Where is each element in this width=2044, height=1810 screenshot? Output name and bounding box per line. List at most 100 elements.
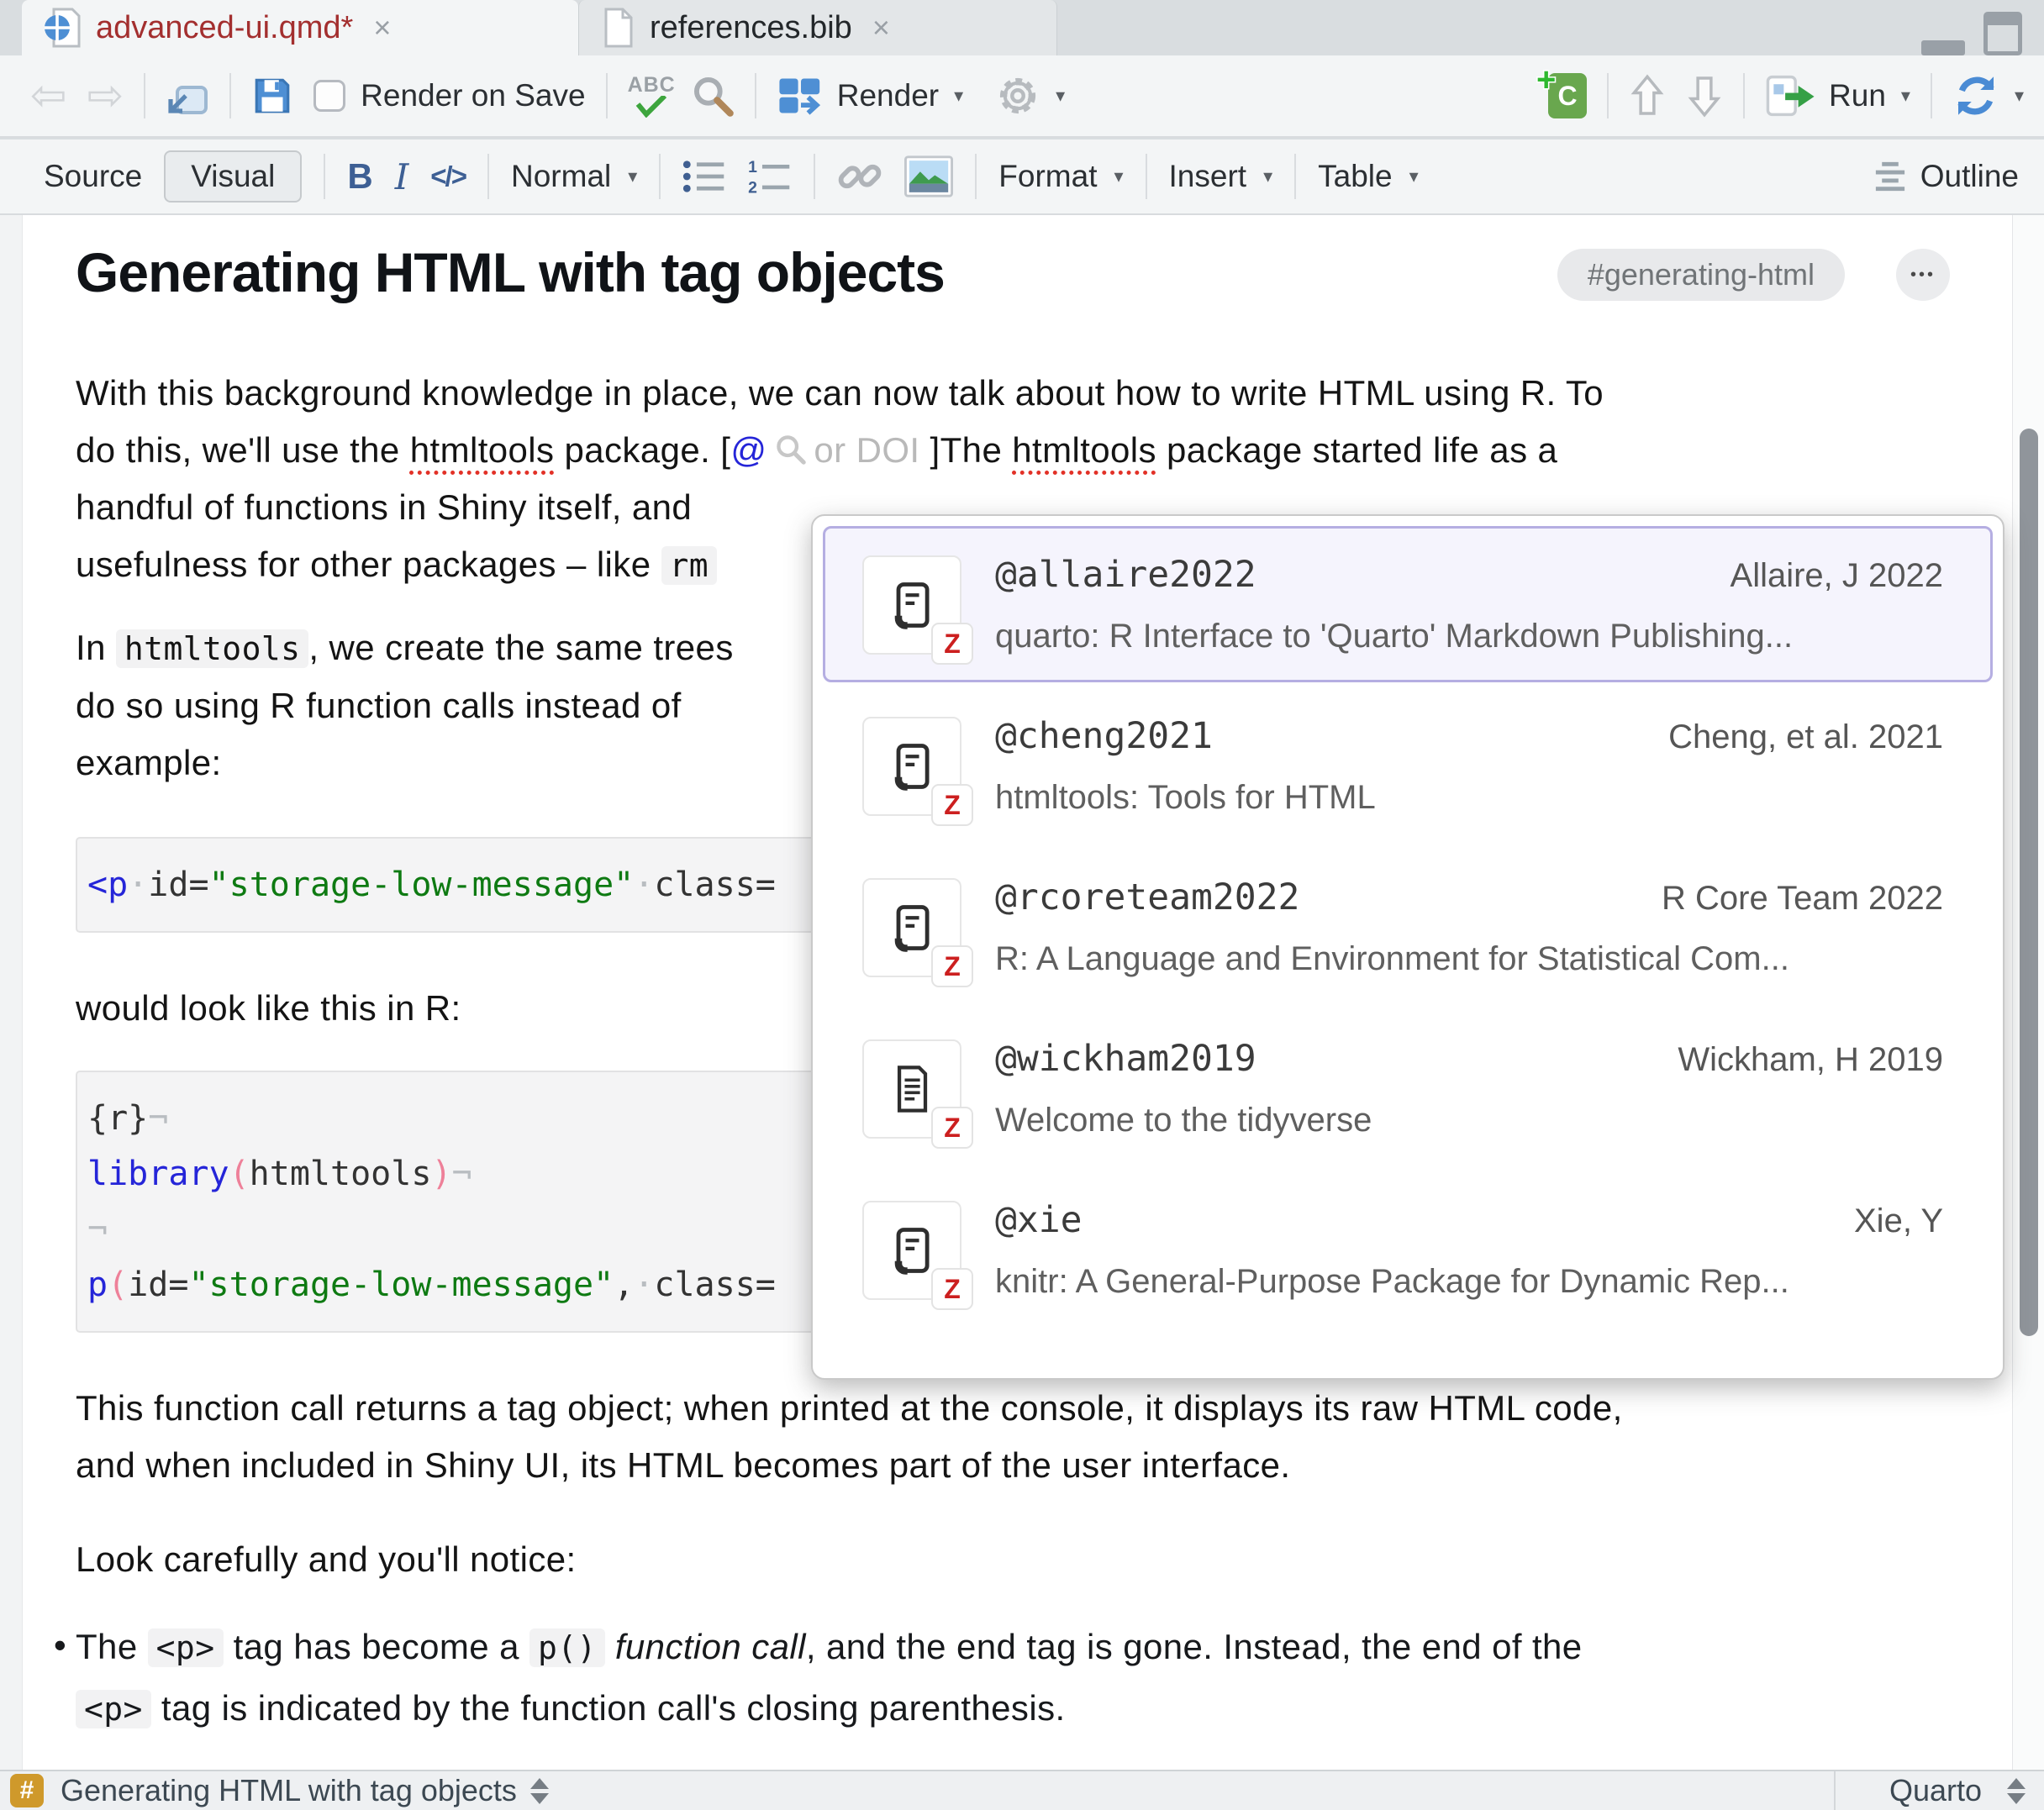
return-marker: ¬ — [87, 1210, 108, 1249]
citation-key: @wickham2019 — [995, 1038, 1256, 1080]
text-run: With this background knowledge in place,… — [76, 373, 1604, 413]
section-more-button[interactable]: ••• — [1896, 249, 1950, 301]
search-icon[interactable] — [691, 74, 735, 118]
inline-code: <p> — [76, 1690, 151, 1728]
render-dropdown-caret-icon[interactable]: ▾ — [954, 85, 963, 107]
image-icon[interactable] — [904, 155, 953, 197]
paragraph-3: This function call returns a tag object;… — [76, 1380, 1935, 1494]
render-button[interactable]: Render — [777, 76, 939, 116]
source-mode-button[interactable]: Source — [44, 159, 142, 194]
code-token: = — [756, 866, 776, 904]
code-function: p — [87, 1265, 108, 1304]
section-navigator[interactable]: Generating HTML with tag objects — [61, 1773, 517, 1808]
inline-code: rm — [661, 546, 718, 585]
link-icon[interactable] — [837, 154, 882, 199]
main-toolbar: ⇦ ⇨ Render on Save ABC Render ▾ ▾ C+ — [0, 55, 2044, 138]
text-run: The — [76, 1627, 148, 1666]
divider — [975, 154, 977, 199]
italic-icon[interactable]: I — [395, 156, 409, 197]
run-button[interactable]: Run — [1765, 74, 1886, 118]
format-toolbar: Source Visual B I </> Normal ▾ 12 Format… — [0, 139, 2044, 215]
inline-code: p() — [529, 1628, 605, 1667]
text-run: do so using R function calls instead of — [76, 686, 682, 725]
maximize-pane-icon[interactable] — [1983, 12, 2022, 55]
visual-editor-canvas[interactable]: #generating-html ••• Generating HTML wit… — [0, 215, 2044, 1770]
insert-chunk-icon[interactable]: C+ — [1548, 73, 1587, 118]
go-to-previous-chunk-icon[interactable] — [1629, 72, 1666, 119]
go-to-next-chunk-icon[interactable] — [1686, 72, 1723, 119]
rerun-icon[interactable] — [1952, 72, 1999, 119]
citation-entry[interactable]: Z @allaire2022 Allaire, J 2022 quarto: R… — [823, 526, 1993, 682]
quarto-file-icon — [44, 8, 81, 48]
text-run: and when included in Shiny UI, its HTML … — [76, 1445, 1291, 1485]
forward-icon[interactable]: ⇨ — [87, 74, 124, 118]
emphasized-text: function call — [615, 1627, 806, 1666]
citation-entry[interactable]: Z @xie Xie, Y knitr: A General-Purpose P… — [823, 1171, 1993, 1328]
document-format-selector[interactable]: Quarto — [1834, 1771, 2034, 1810]
spellcheck-icon[interactable]: ABC — [628, 75, 676, 118]
citation-key: @allaire2022 — [995, 554, 1256, 596]
style-dropdown-caret-icon[interactable]: ▾ — [628, 166, 637, 187]
scrollbar-thumb[interactable] — [2020, 429, 2038, 1336]
text-run: This function call returns a tag object;… — [76, 1388, 1623, 1428]
svg-text:1: 1 — [748, 158, 757, 176]
table-dropdown-caret-icon[interactable]: ▾ — [1409, 166, 1419, 187]
citation-search-icon — [775, 434, 807, 466]
citation-entry[interactable]: Z @rcoreteam2022 R Core Team 2022 R: A L… — [823, 849, 1993, 1005]
code-token: = — [168, 1265, 188, 1304]
settings-dropdown-caret-icon[interactable]: ▾ — [1056, 85, 1065, 107]
section-selector-arrows-icon[interactable] — [530, 1778, 549, 1804]
editor-tab-bar: advanced-ui.qmd* × references.bib × — [0, 0, 2044, 55]
text-run: handful of functions in Shiny itself, an… — [76, 487, 692, 527]
format-selector-arrows-icon — [2007, 1778, 2026, 1804]
zotero-badge: Z — [931, 1107, 973, 1149]
close-icon[interactable]: × — [373, 10, 391, 45]
insert-menu[interactable]: Insert — [1169, 159, 1247, 194]
rerun-dropdown-caret-icon[interactable]: ▾ — [2015, 85, 2024, 107]
text-run: In — [76, 628, 116, 667]
back-icon[interactable]: ⇦ — [30, 74, 67, 118]
bulleted-list-icon[interactable] — [682, 158, 726, 195]
citation-title: Welcome to the tidyverse — [995, 1102, 1943, 1139]
text-run: tag has become a — [224, 1627, 529, 1666]
code-token: = — [756, 1265, 776, 1304]
citation-entry[interactable]: Z @cheng2021 Cheng, et al. 2021 htmltool… — [823, 687, 1993, 844]
table-menu[interactable]: Table — [1318, 159, 1392, 194]
citation-title: knitr: A General-Purpose Package for Dyn… — [995, 1263, 1943, 1301]
render-on-save-checkbox[interactable] — [313, 80, 345, 112]
book-icon: Z — [862, 555, 961, 655]
divider — [1146, 154, 1147, 199]
citation-title: quarto: R Interface to 'Quarto' Markdown… — [995, 618, 1943, 655]
insert-dropdown-caret-icon[interactable]: ▾ — [1263, 166, 1272, 187]
divider — [144, 73, 145, 118]
paragraph-style-select[interactable]: Normal — [511, 159, 611, 194]
vertical-scrollbar[interactable] — [2012, 215, 2044, 1770]
visual-mode-button[interactable]: Visual — [164, 150, 302, 203]
numbered-list-icon[interactable]: 12 — [748, 158, 792, 195]
code-token: class — [654, 1265, 755, 1304]
open-in-new-window-icon[interactable] — [166, 76, 209, 116]
editor-status-bar: # Generating HTML with tag objects Quart… — [0, 1770, 2044, 1810]
citation-author-year: Wickham, H 2019 — [1678, 1041, 1943, 1079]
close-icon[interactable]: × — [872, 10, 890, 45]
gear-icon[interactable] — [995, 73, 1040, 118]
zotero-badge: Z — [931, 1268, 973, 1310]
run-dropdown-caret-icon[interactable]: ▾ — [1901, 85, 1910, 107]
citation-author-year: Xie, Y — [1854, 1202, 1943, 1240]
misspelled-word: htmltools — [410, 430, 555, 470]
outline-button[interactable]: Outline — [1872, 159, 2019, 194]
format-dropdown-caret-icon[interactable]: ▾ — [1114, 166, 1123, 187]
tab-label: advanced-ui.qmd* — [96, 10, 353, 46]
bold-icon[interactable]: B — [347, 156, 372, 197]
minimize-pane-icon[interactable] — [1921, 25, 1965, 55]
section-anchor-badge: #generating-html — [1557, 249, 1845, 301]
format-menu[interactable]: Format — [998, 159, 1097, 194]
citation-bracket: ] — [930, 430, 940, 470]
tab-references-bib[interactable]: references.bib × — [578, 0, 1057, 55]
run-icon — [1765, 74, 1817, 118]
inline-code-icon[interactable]: </> — [430, 160, 466, 192]
save-icon[interactable] — [251, 75, 293, 117]
tab-advanced-ui-qmd[interactable]: advanced-ui.qmd* × — [22, 0, 578, 55]
divider — [487, 154, 489, 199]
citation-entry[interactable]: Z @wickham2019 Wickham, H 2019 Welcome t… — [823, 1010, 1993, 1166]
